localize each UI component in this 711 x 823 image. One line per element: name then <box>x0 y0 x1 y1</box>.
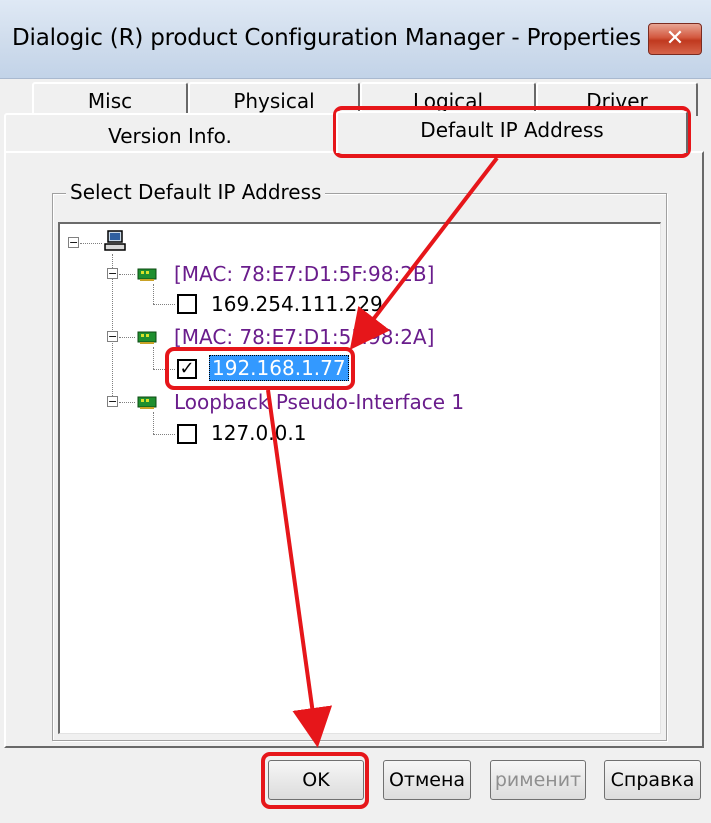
properties-dialog: Dialogic (R) product Configuration Manag… <box>0 0 711 823</box>
tab-label: Default IP Address <box>420 118 604 142</box>
tab-default-ip-address[interactable]: Default IP Address <box>336 111 688 153</box>
arrow-tab-to-ip <box>349 156 499 350</box>
arrow-ip-to-ok <box>266 389 333 748</box>
